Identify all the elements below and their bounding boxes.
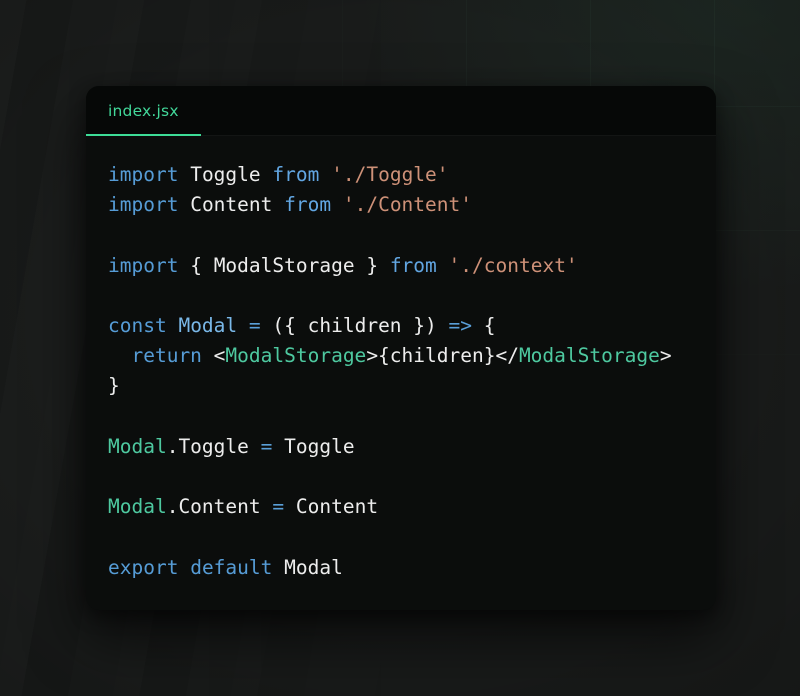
code-editor-area[interactable]: import Toggle from './Toggle' import Cont… [86, 136, 716, 583]
code-token: Modal [284, 555, 343, 579]
code-token: Toggle [190, 163, 261, 186]
code-token: Toggle [284, 434, 355, 458]
code-token: .Toggle [166, 434, 249, 458]
code-line: return <ModalStorage>{children}</ModalSt… [108, 341, 694, 371]
code-line: Modal.Content = Content [108, 492, 694, 522]
code-line: export default Modal [108, 553, 694, 583]
code-token: './Content' [342, 193, 472, 217]
code-token: = [248, 314, 261, 338]
code-token: Content [295, 495, 379, 519]
editor-tab-bar: index.jsx [86, 86, 716, 136]
code-token: ({ [260, 314, 308, 338]
code-token: }) [401, 314, 449, 338]
code-token: children [307, 314, 402, 338]
code-token: ModalStorage [213, 253, 355, 277]
code-token: Content [190, 193, 273, 217]
code-token: { [178, 253, 214, 277]
code-line: import { ModalStorage } from './context' [108, 251, 694, 281]
code-token: import [108, 163, 179, 186]
code-token: './context' [448, 253, 578, 277]
code-token: { [472, 314, 496, 338]
code-token: = [272, 495, 285, 519]
code-line: const Modal = ({ children }) => { [108, 311, 694, 341]
code-token: > [659, 344, 672, 368]
code-line: } [108, 371, 694, 401]
code-token: = [260, 434, 273, 458]
code-token: from [389, 253, 437, 277]
code-token: Modal [178, 314, 238, 338]
code-line: import Content from './Content' [108, 190, 694, 220]
code-token: } [354, 253, 390, 277]
code-token: import [108, 193, 179, 217]
code-line: Modal.Toggle = Toggle [108, 432, 694, 462]
tab-label: index.jsx [108, 102, 179, 120]
code-token: import [108, 253, 179, 277]
code-token: => [448, 314, 472, 338]
code-token: ModalStorage [225, 344, 367, 368]
code-token: .Content [166, 495, 261, 519]
code-token: return [131, 344, 202, 368]
tab-index-jsx[interactable]: index.jsx [86, 86, 201, 136]
code-token: from [272, 163, 320, 186]
code-token: const [108, 314, 167, 338]
code-token: from [284, 193, 332, 217]
code-token: Modal [108, 434, 167, 458]
code-token: } [108, 374, 120, 398]
code-token: default [190, 555, 273, 579]
code-token: './Toggle' [331, 163, 449, 186]
code-line: import Toggle from './Toggle' [108, 160, 694, 190]
code-token: ModalStorage [518, 344, 660, 368]
code-token: Modal [108, 495, 167, 519]
code-token: export [108, 555, 179, 579]
code-token: >{children}</ [366, 344, 519, 368]
code-block[interactable]: import Toggle from './Toggle' import Cont… [108, 160, 694, 583]
code-snippet-card: index.jsx import Toggle from './Toggle' i… [86, 86, 716, 610]
code-token: < [201, 344, 226, 368]
